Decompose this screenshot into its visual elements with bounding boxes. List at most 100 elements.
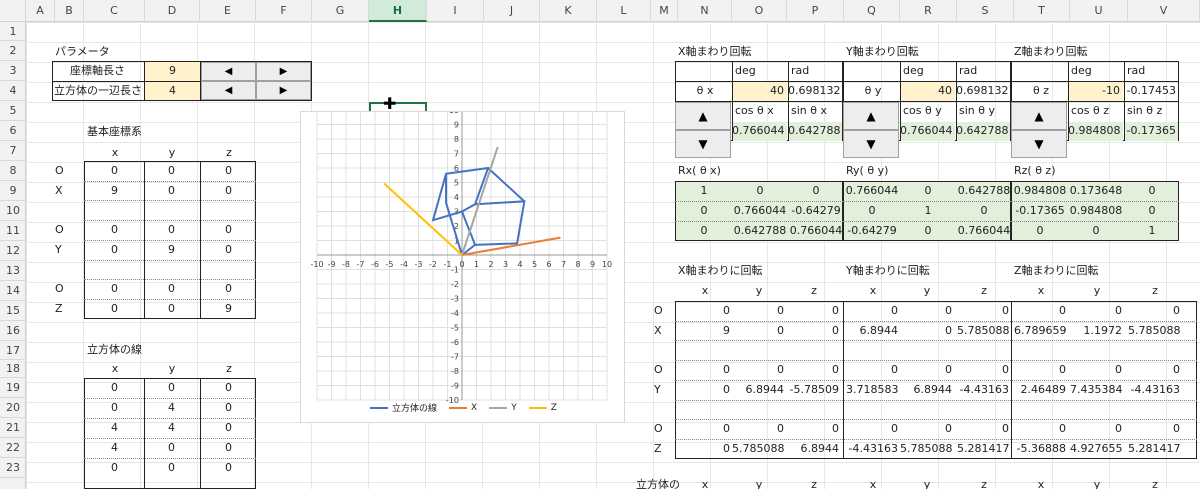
row-header-10[interactable]: 10 <box>0 201 26 221</box>
base-cell[interactable]: 0 <box>144 223 199 237</box>
row-header-6[interactable]: 6 <box>0 121 26 141</box>
column-header-H[interactable]: H <box>369 0 427 22</box>
base-cell[interactable]: 0 <box>87 302 142 316</box>
row-header-3[interactable]: 3 <box>0 61 26 81</box>
cube-cell[interactable]: 0 <box>87 401 142 415</box>
column-header-E[interactable]: E <box>200 0 256 22</box>
column-header-L[interactable]: L <box>597 0 651 22</box>
row-header-22[interactable]: 22 <box>0 438 26 458</box>
result-header: y <box>755 284 763 297</box>
row-header-2[interactable]: 2 <box>0 41 26 61</box>
cube-cell[interactable]: 0 <box>144 441 199 455</box>
base-cell[interactable]: 0 <box>87 243 142 257</box>
row-header-1[interactable]: 1 <box>0 22 26 41</box>
base-cell[interactable]: 0 <box>201 243 256 257</box>
column-header-M[interactable]: M <box>651 0 678 22</box>
column-header-T[interactable]: T <box>1014 0 1070 22</box>
cube-cell[interactable]: 0 <box>87 461 142 475</box>
select-all-corner[interactable] <box>0 0 26 22</box>
cube-cell[interactable]: 4 <box>144 421 199 435</box>
row-header-9[interactable]: 9 <box>0 181 26 201</box>
base-cell[interactable]: 9 <box>87 184 142 198</box>
cube-cell[interactable]: 0 <box>144 461 199 475</box>
cube-cell[interactable]: 4 <box>87 441 142 455</box>
chart-area[interactable]: -10 -10 -9 -9 -8 -8 -7 -7 -6 -6 -5 -5 -4 -4 -3 -3 -2 -2 -1… <box>300 106 625 423</box>
cube-cell[interactable]: 0 <box>201 461 256 475</box>
column-header-J[interactable]: J <box>484 0 540 22</box>
axis-length-value[interactable]: 9 <box>145 64 200 78</box>
cube-cell[interactable]: 4 <box>144 401 199 415</box>
column-header-P[interactable]: P <box>787 0 844 22</box>
base-cell[interactable]: 0 <box>87 223 142 237</box>
row-header-20[interactable]: 20 <box>0 398 26 418</box>
row-header-5[interactable]: 5 <box>0 101 26 121</box>
row-header-21[interactable]: 21 <box>0 418 26 438</box>
base-cell[interactable]: 0 <box>87 282 142 296</box>
rotate-up-button-x[interactable]: ▲ <box>675 102 731 130</box>
rotate-down-button-z[interactable]: ▼ <box>1011 130 1067 158</box>
column-header-G[interactable]: G <box>312 0 369 22</box>
base-cell[interactable]: 9 <box>144 243 199 257</box>
base-cell[interactable]: 0 <box>144 282 199 296</box>
result-cell: 7.435384 <box>1070 382 1123 396</box>
row-header-11[interactable]: 11 <box>0 221 26 241</box>
base-cell[interactable]: 0 <box>201 164 256 178</box>
row-header-23[interactable]: 23 <box>0 458 26 478</box>
column-header-V[interactable]: V <box>1128 0 1200 22</box>
row-header-12[interactable]: 12 <box>0 241 26 261</box>
rotate-down-button-x[interactable]: ▼ <box>675 130 731 158</box>
rotate-up-button-z[interactable]: ▲ <box>1011 102 1067 130</box>
column-header-R[interactable]: R <box>900 0 957 22</box>
cube-cell[interactable]: 0 <box>201 381 256 395</box>
cube-cell[interactable]: 0 <box>87 381 142 395</box>
column-header-S[interactable]: S <box>957 0 1014 22</box>
cube-cell[interactable]: 0 <box>201 441 256 455</box>
row-header-19[interactable]: 19 <box>0 378 26 398</box>
matrix-cell: 0.766044 <box>957 224 1011 237</box>
cube-cell[interactable]: 0 <box>201 401 256 415</box>
row-header-7[interactable]: 7 <box>0 141 26 161</box>
row-header-14[interactable]: 14 <box>0 281 26 301</box>
column-header-O[interactable]: O <box>732 0 787 22</box>
row-header-17[interactable]: 17 <box>0 341 26 360</box>
row-header-16[interactable]: 16 <box>0 321 26 341</box>
column-header-I[interactable]: I <box>427 0 484 22</box>
base-cell[interactable]: 0 <box>201 223 256 237</box>
rotate-down-button-y[interactable]: ▼ <box>843 130 899 158</box>
cube-cell[interactable]: 0 <box>144 381 199 395</box>
axis-decrease-button[interactable]: ◀ <box>201 62 256 81</box>
column-header-K[interactable]: K <box>540 0 597 22</box>
matrix-cell: 0 <box>700 204 708 217</box>
deg-value[interactable]: -10 <box>1068 84 1120 98</box>
column-header-C[interactable]: C <box>84 0 145 22</box>
cube-increase-button[interactable]: ▶ <box>256 81 311 100</box>
cube-length-value[interactable]: 4 <box>145 84 200 98</box>
row-header-18[interactable]: 18 <box>0 360 26 378</box>
cube-cell[interactable]: 4 <box>87 421 142 435</box>
deg-value[interactable]: 40 <box>732 84 784 98</box>
column-header-U[interactable]: U <box>1070 0 1128 22</box>
column-header-F[interactable]: F <box>256 0 312 22</box>
row-header-13[interactable]: 13 <box>0 261 26 281</box>
base-cell[interactable]: 0 <box>144 164 199 178</box>
row-header-4[interactable]: 4 <box>0 81 26 101</box>
base-cell[interactable]: 0 <box>144 184 199 198</box>
base-cell[interactable]: 0 <box>201 184 256 198</box>
column-header-A[interactable]: A <box>26 0 55 22</box>
column-header-B[interactable]: B <box>55 0 84 22</box>
column-header-D[interactable]: D <box>145 0 200 22</box>
base-cell[interactable]: 0 <box>201 282 256 296</box>
cube-decrease-button[interactable]: ◀ <box>201 81 256 100</box>
base-cell[interactable]: 9 <box>201 302 256 316</box>
panel-divider <box>675 81 843 82</box>
base-cell[interactable]: 0 <box>144 302 199 316</box>
deg-value[interactable]: 40 <box>900 84 952 98</box>
axis-increase-button[interactable]: ▶ <box>256 62 311 81</box>
cube-cell[interactable]: 0 <box>201 421 256 435</box>
row-header-15[interactable]: 15 <box>0 301 26 321</box>
column-header-Q[interactable]: Q <box>844 0 900 22</box>
base-cell[interactable]: 0 <box>87 164 142 178</box>
column-header-N[interactable]: N <box>678 0 732 22</box>
row-header-8[interactable]: 8 <box>0 161 26 181</box>
rotate-up-button-y[interactable]: ▲ <box>843 102 899 130</box>
